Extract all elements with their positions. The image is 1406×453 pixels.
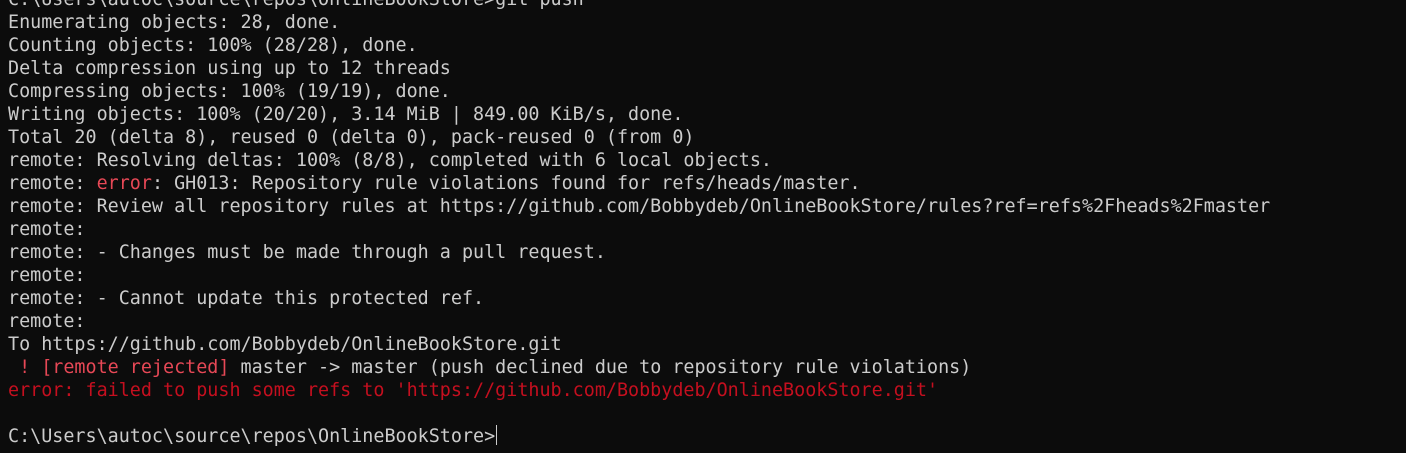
terminal-text: Enumerating objects: 28, done. [8,12,341,33]
terminal-line: C:\Users\autoc\source\repos\OnlineBookSt… [8,0,1406,11]
terminal-line: Compressing objects: 100% (19/19), done. [8,80,1406,103]
terminal-text: Delta compression using up to 12 threads [8,58,451,79]
terminal-text: : GH013: Repository rule violations foun… [151,173,861,194]
terminal-line: Enumerating objects: 28, done. [8,11,1406,34]
terminal-line: Counting objects: 100% (28/28), done. [8,34,1406,57]
terminal-text: remote: - Changes must be made through a… [8,242,606,263]
terminal-text: Total 20 (delta 8), reused 0 (delta 0), … [8,127,695,148]
terminal-text: remote: [8,173,97,194]
terminal-text: remote: Review all repository rules at h… [8,196,1271,217]
terminal-text: To https://github.com/Bobbydeb/OnlineBoo… [8,334,562,355]
terminal-line: remote: - Changes must be made through a… [8,241,1406,264]
prompt-line: C:\Users\autoc\source\repos\OnlineBookSt… [8,425,1406,448]
terminal-line: remote: [8,310,1406,333]
terminal-text: C:\Users\autoc\source\repos\OnlineBookSt… [8,426,496,447]
text-cursor [496,425,498,445]
terminal-text: remote: [8,311,86,332]
terminal-text: Counting objects: 100% (28/28), done. [8,35,418,56]
terminal-line: Writing objects: 100% (20/20), 3.14 MiB … [8,103,1406,126]
terminal-line: remote: [8,218,1406,241]
terminal-line: remote: Resolving deltas: 100% (8/8), co… [8,149,1406,172]
terminal-text: remote: - Cannot update this protected r… [8,288,485,309]
terminal-output: C:\Users\autoc\source\repos\OnlineBookSt… [8,0,1406,448]
terminal-line: remote: - Cannot update this protected r… [8,287,1406,310]
terminal-window[interactable]: C:\Users\autoc\source\repos\OnlineBookSt… [0,0,1406,453]
terminal-text: remote: [8,265,86,286]
terminal-line: To https://github.com/Bobbydeb/OnlineBoo… [8,333,1406,356]
terminal-line: remote: Review all repository rules at h… [8,195,1406,218]
error-text: ! [remote rejected] [8,357,230,378]
terminal-line: Delta compression using up to 12 threads [8,57,1406,80]
terminal-line: ! [remote rejected] master -> master (pu… [8,356,1406,379]
terminal-text: remote: [8,219,86,240]
terminal-text: master -> master (push declined due to r… [229,357,972,378]
terminal-text: C:\Users\autoc\source\repos\OnlineBookSt… [8,0,584,10]
terminal-line: remote: error: GH013: Repository rule vi… [8,172,1406,195]
terminal-text: remote: Resolving deltas: 100% (8/8), co… [8,150,772,171]
terminal-text: Compressing objects: 100% (19/19), done. [8,81,451,102]
terminal-line: remote: [8,264,1406,287]
terminal-line: error: failed to push some refs to 'http… [8,379,1406,402]
terminal-line: Total 20 (delta 8), reused 0 (delta 0), … [8,126,1406,149]
terminal-text: Writing objects: 100% (20/20), 3.14 MiB … [8,104,684,125]
error-text: error [96,173,152,194]
error-text: error: failed to push some refs to 'http… [8,380,939,401]
